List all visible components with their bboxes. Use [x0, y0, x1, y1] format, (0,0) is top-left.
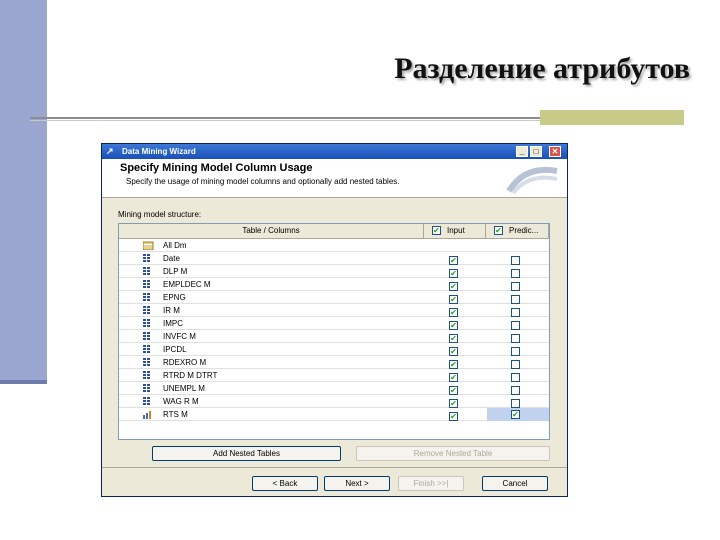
table-row[interactable]: All Dm	[119, 239, 549, 252]
next-button[interactable]: Next >	[324, 476, 390, 491]
predict-all-checkbox[interactable]	[494, 226, 503, 236]
table-row[interactable]: INVFC M	[119, 330, 549, 344]
column-icon	[143, 267, 152, 276]
footer-separator	[102, 467, 567, 468]
row-label: IPCDL	[163, 345, 187, 354]
column-icon	[143, 358, 152, 367]
data-mining-wizard-dialog: ↗ Data Mining Wizard _ □ ✕ Specify Minin…	[101, 143, 568, 497]
maximize-button[interactable]: □	[530, 146, 542, 157]
add-nested-tables-button[interactable]: Add Nested Tables	[152, 446, 341, 461]
predict-column-icon	[143, 410, 152, 419]
column-header-table: Table / Columns	[119, 224, 424, 238]
grid-header: Table / Columns Input Predic...	[119, 224, 549, 239]
column-icon	[143, 293, 152, 302]
mining-model-structure-label: Mining model structure:	[118, 210, 202, 219]
table-row[interactable]: RTRD M DTRT	[119, 369, 549, 383]
predict-checkbox[interactable]	[511, 410, 520, 419]
column-icon	[143, 280, 152, 289]
wizard-icon: ↗	[106, 146, 114, 156]
row-label: IR M	[163, 306, 180, 315]
table-row[interactable]: EMPLDEC M	[119, 278, 549, 292]
column-icon	[143, 371, 152, 380]
row-label: IMPC	[163, 319, 183, 328]
table-row[interactable]: RDEXRO M	[119, 356, 549, 370]
table-row[interactable]: DLP M	[119, 265, 549, 279]
back-button[interactable]: < Back	[252, 476, 318, 491]
title-divider	[30, 117, 560, 119]
column-icon	[143, 332, 152, 341]
wizard-header: Specify Mining Model Column Usage Specif…	[102, 159, 567, 198]
accent-block	[540, 110, 684, 125]
column-icon	[143, 397, 152, 406]
wizard-header-subtitle: Specify the usage of mining model column…	[126, 177, 400, 186]
column-header-input[interactable]: Input	[424, 224, 486, 238]
remove-nested-table-button[interactable]: Remove Nested Table	[356, 446, 550, 461]
table-row[interactable]: EPNG	[119, 291, 549, 305]
table-row[interactable]: IR M	[119, 304, 549, 318]
column-icon	[143, 254, 152, 263]
row-label: All Dm	[163, 241, 187, 250]
input-checkbox-cell	[449, 410, 458, 423]
column-header-input-label: Input	[447, 226, 465, 235]
table-key-icon	[142, 241, 154, 251]
dialog-title: Data Mining Wizard	[122, 147, 196, 156]
table-row[interactable]: IPCDL	[119, 343, 549, 357]
cancel-button[interactable]: Cancel	[482, 476, 548, 491]
input-all-checkbox[interactable]	[432, 226, 441, 236]
slide-title: Разделение атрибутов	[394, 52, 690, 85]
table-row[interactable]: UNEMPL M	[119, 382, 549, 396]
column-icon	[143, 345, 152, 354]
table-row[interactable]: RTS M	[119, 408, 549, 423]
column-icon	[143, 384, 152, 393]
table-row[interactable]: WAG R M	[119, 395, 549, 409]
row-label: Date	[163, 254, 180, 263]
table-row[interactable]: Date	[119, 252, 549, 266]
row-label: DLP M	[163, 267, 188, 276]
title-divider-shadow	[30, 120, 560, 121]
row-label: RTRD M DTRT	[163, 371, 218, 380]
dialog-titlebar: ↗ Data Mining Wizard _ □ ✕	[102, 144, 567, 159]
row-label: EPNG	[163, 293, 186, 302]
mining-structure-grid: Table / Columns Input Predic... All Dm Da…	[118, 223, 550, 440]
finish-button[interactable]: Finish >>|	[398, 476, 464, 491]
row-label: UNEMPL M	[163, 384, 205, 393]
predict-checkbox-cell	[487, 408, 549, 421]
column-icon	[143, 306, 152, 315]
close-button[interactable]: ✕	[549, 146, 561, 157]
wizard-logo-icon	[506, 167, 558, 195]
wizard-header-title: Specify Mining Model Column Usage	[120, 162, 313, 174]
column-icon	[143, 319, 152, 328]
row-label: INVFC M	[163, 332, 196, 341]
slide-left-bar-shadow	[0, 380, 47, 384]
table-row[interactable]: IMPC	[119, 317, 549, 331]
column-header-predict[interactable]: Predic...	[486, 224, 549, 238]
minimize-button[interactable]: _	[516, 146, 528, 157]
row-label: RDEXRO M	[163, 358, 207, 367]
row-label: EMPLDEC M	[163, 280, 211, 289]
row-label: RTS M	[163, 410, 188, 419]
column-header-predict-label: Predic...	[509, 226, 539, 235]
input-checkbox[interactable]	[449, 412, 458, 422]
slide-left-bar	[0, 0, 47, 384]
row-label: WAG R M	[163, 397, 199, 406]
